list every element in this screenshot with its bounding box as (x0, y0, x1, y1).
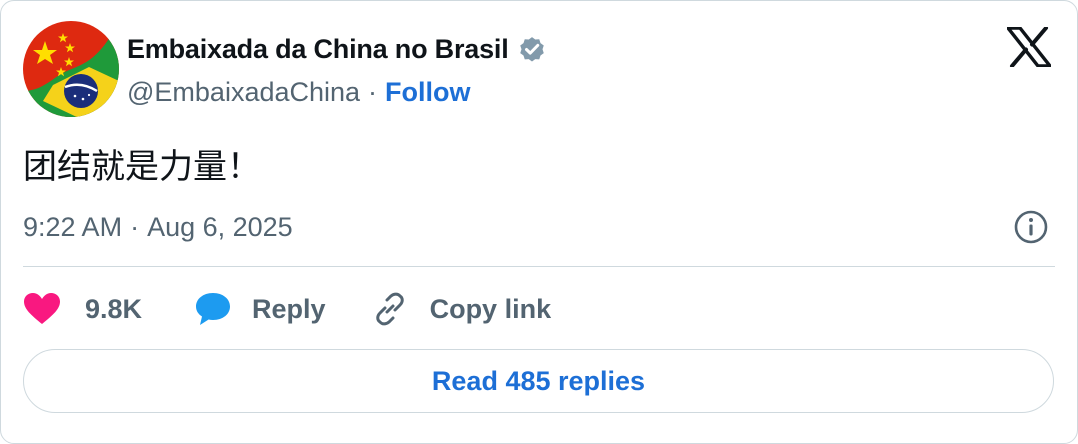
separator-dot: · (130, 211, 140, 242)
reply-label: Reply (252, 293, 326, 324)
chat-bubble-icon (194, 291, 232, 327)
copy-link-button[interactable]: Copy link (372, 291, 552, 327)
tweet-time[interactable]: 9:22 AM (23, 212, 122, 243)
separator-dot: · (368, 76, 378, 107)
like-count: 9.8K (85, 293, 143, 324)
china-brazil-flags-avatar (23, 21, 119, 117)
avatar[interactable] (23, 21, 119, 117)
follow-button[interactable]: Follow (385, 77, 470, 108)
heart-icon (23, 292, 61, 326)
link-icon (372, 291, 408, 327)
embedded-tweet-card: Embaixada da China no Brasil @EmbaixadaC… (0, 0, 1078, 444)
author-handle-row: @EmbaixadaChina · Follow (127, 73, 471, 111)
x-logo-icon[interactable] (1007, 27, 1051, 67)
author-name-row: Embaixada da China no Brasil (127, 29, 547, 69)
read-replies-button[interactable]: Read 485 replies (23, 349, 1054, 413)
reply-button[interactable]: Reply (194, 291, 326, 327)
tweet-date[interactable]: Aug 6, 2025 (147, 212, 293, 243)
divider (23, 266, 1055, 267)
copy-link-label: Copy link (429, 293, 552, 324)
like-button[interactable]: 9.8K (23, 292, 142, 326)
author-handle[interactable]: @EmbaixadaChina (127, 77, 360, 108)
tweet-timestamp[interactable]: 9:22 AM · Aug 6, 2025 (23, 207, 293, 247)
author-name[interactable]: Embaixada da China no Brasil (127, 34, 509, 65)
info-icon[interactable] (1013, 209, 1049, 245)
verified-badge-icon (519, 37, 544, 62)
tweet-actions: 9.8K Reply Copy link (23, 285, 551, 333)
tweet-text: 团结就是力量！ (23, 147, 261, 187)
